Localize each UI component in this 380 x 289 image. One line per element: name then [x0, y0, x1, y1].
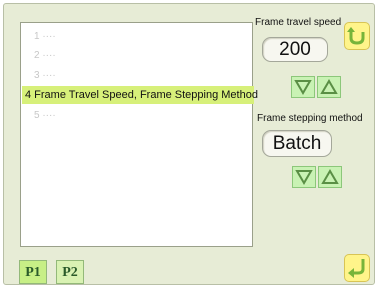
travel-speed-up-button[interactable]	[317, 76, 341, 98]
enter-button[interactable]	[344, 254, 370, 282]
list-item[interactable]: 2 ····	[22, 47, 56, 65]
tab-p2[interactable]: P2	[56, 260, 84, 284]
enter-icon	[345, 255, 369, 281]
list-item-selected[interactable]: 4 Frame Travel Speed, Frame Stepping Met…	[22, 86, 258, 104]
travel-speed-value[interactable]: 200	[262, 37, 328, 62]
stepping-method-up-button[interactable]	[318, 166, 342, 188]
list-item[interactable]: 5 ····	[22, 107, 56, 125]
travel-speed-down-button[interactable]	[291, 76, 315, 98]
triangle-down-icon	[293, 167, 315, 187]
stepping-method-label: Frame stepping method	[257, 113, 363, 124]
undo-icon	[345, 23, 369, 49]
travel-speed-label: Frame travel speed	[255, 17, 342, 28]
triangle-up-icon	[319, 167, 341, 187]
undo-button[interactable]	[344, 22, 370, 50]
menu-list: 1 ···· 2 ···· 3 ···· 4 Frame Travel Spee…	[20, 22, 258, 247]
screen-frame: 1 ···· 2 ···· 3 ···· 4 Frame Travel Spee…	[3, 3, 375, 285]
triangle-up-icon	[318, 77, 340, 97]
triangle-down-icon	[292, 77, 314, 97]
tab-p1[interactable]: P1	[19, 260, 47, 284]
list-item[interactable]: 3 ····	[22, 67, 56, 85]
stepping-method-down-button[interactable]	[292, 166, 316, 188]
list-item[interactable]: 1 ····	[22, 28, 56, 46]
stepping-method-value[interactable]: Batch	[262, 130, 332, 157]
